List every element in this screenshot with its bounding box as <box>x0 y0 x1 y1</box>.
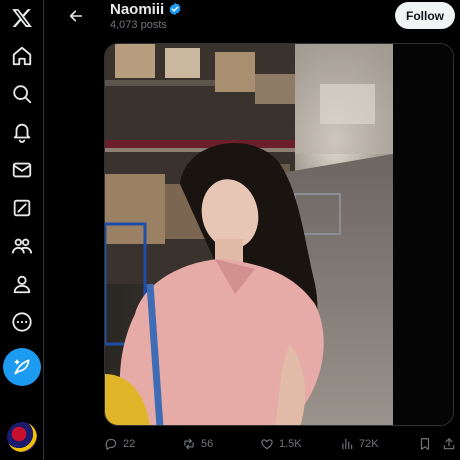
profile-header: Naomiii 4,073 posts Follow <box>44 0 460 36</box>
repost-button[interactable]: 56 <box>182 432 213 456</box>
app-root: Naomiii 4,073 posts Follow 22 56 1.5K 72… <box>0 0 460 460</box>
post-count: 4,073 posts <box>110 19 167 31</box>
heart-icon <box>261 439 273 450</box>
share-button[interactable] <box>442 432 456 456</box>
search-icon[interactable] <box>4 76 40 112</box>
bookmark-button[interactable] <box>418 432 432 456</box>
views-button[interactable]: 72K <box>340 432 379 456</box>
more-icon[interactable] <box>4 304 40 340</box>
messages-icon[interactable] <box>4 152 40 188</box>
name-row: Naomiii <box>110 0 182 18</box>
views-chart-icon <box>342 438 353 450</box>
bookmark-icon <box>420 438 430 450</box>
follow-button[interactable]: Follow <box>395 2 455 29</box>
back-button[interactable] <box>62 2 90 30</box>
display-name: Naomiii <box>110 0 165 18</box>
post-photo[interactable] <box>105 44 393 425</box>
x-logo-icon[interactable] <box>4 0 40 36</box>
home-icon[interactable] <box>4 38 40 74</box>
notifications-icon[interactable] <box>4 114 40 150</box>
communities-icon[interactable] <box>4 228 40 264</box>
view-count: 72K <box>359 438 379 450</box>
account-avatar[interactable] <box>7 422 37 452</box>
repost-icon <box>184 438 194 450</box>
arrow-left-icon <box>69 10 83 22</box>
media-letterbox <box>393 44 453 425</box>
post-action-bar: 22 56 1.5K 72K <box>104 432 460 456</box>
like-button[interactable]: 1.5K <box>260 432 302 456</box>
title-block: Naomiii 4,073 posts <box>110 0 182 31</box>
verified-badge-icon <box>168 2 182 16</box>
share-icon <box>443 438 455 450</box>
like-count: 1.5K <box>279 438 302 450</box>
reply-count: 22 <box>123 438 136 450</box>
left-nav-rail <box>0 0 44 460</box>
profile-icon[interactable] <box>4 266 40 302</box>
post-media[interactable] <box>104 43 454 426</box>
reply-icon <box>105 438 117 450</box>
reply-button[interactable]: 22 <box>104 432 135 456</box>
post-compose-icon <box>14 359 30 375</box>
grok-icon[interactable] <box>4 190 40 226</box>
post-compose-button[interactable] <box>3 348 41 386</box>
repost-count: 56 <box>201 438 214 450</box>
